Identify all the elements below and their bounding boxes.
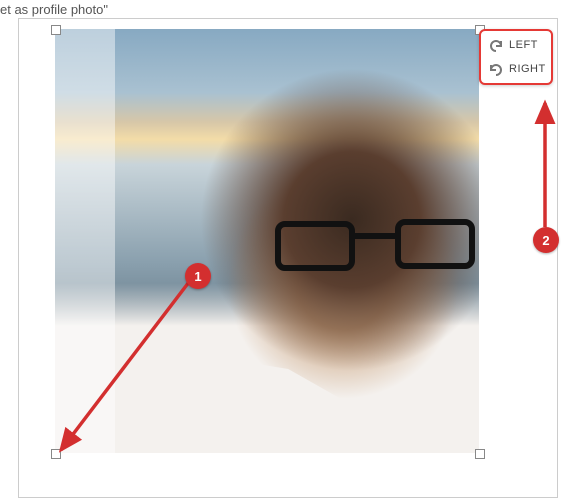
rotate-panel: LEFT RIGHT — [479, 29, 553, 85]
photo-crop-area[interactable] — [55, 29, 479, 453]
photo-editor-frame: LEFT RIGHT 1 2 — [18, 18, 558, 498]
annotation-badge-1: 1 — [185, 263, 211, 289]
crop-handle-top-left[interactable] — [51, 25, 61, 35]
rotate-left-label: LEFT — [509, 39, 538, 51]
rotate-right-label: RIGHT — [509, 63, 546, 75]
crop-handle-bottom-right[interactable] — [475, 449, 485, 459]
rotate-left-button[interactable]: LEFT — [481, 33, 551, 57]
crop-dim-overlay — [55, 29, 115, 453]
dialog-title-fragment: et as profile photo" — [0, 2, 108, 17]
rotate-right-icon — [488, 62, 504, 76]
annotation-badge-2: 2 — [533, 227, 559, 253]
crop-handle-bottom-left[interactable] — [51, 449, 61, 459]
rotate-left-icon — [488, 38, 504, 52]
rotate-right-button[interactable]: RIGHT — [481, 57, 551, 81]
annotation-arrow-2 — [531, 97, 561, 232]
